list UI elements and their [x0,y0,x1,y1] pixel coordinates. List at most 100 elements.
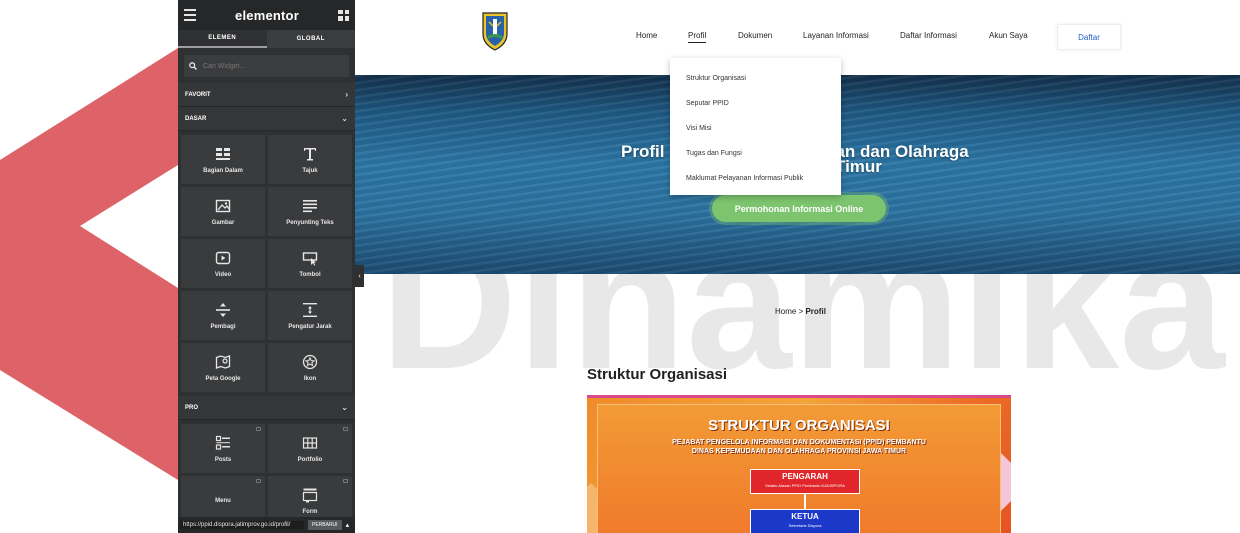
google-map-icon [215,354,231,369]
video-icon [215,251,231,264]
widget-label: Menu [215,497,231,504]
org-chart-frame: STRUKTUR ORGANISASI PEJABAT PENGELOLA IN… [597,404,1001,533]
widget-search-input[interactable] [203,62,333,70]
online-request-button[interactable]: Permohonan Informasi Online [712,195,886,222]
panel-footer: https://ppid.dispora.jatimprov.go.id/pro… [178,517,355,533]
nav-dokumen[interactable]: Dokumen [738,31,772,40]
chevron-left-icon: ‹ [358,272,361,280]
breadcrumb-home[interactable]: Home [775,307,796,316]
dropdown-item-maklumat[interactable]: Maklumat Pelayanan Informasi Publik [670,166,841,191]
widget-heading[interactable]: Tajuk [268,135,352,184]
search-icon [189,62,197,70]
panel-header: elementor [178,0,355,30]
section-favorites[interactable]: FAVORIT › [178,83,355,107]
nav-akun-saya[interactable]: Akun Saya [989,31,1028,40]
org-box-title: PENGARAH [782,472,828,481]
pro-badge-icon [343,479,348,483]
chevron-down-icon: ⌄ [341,403,348,412]
section-pro-label: PRO [185,404,199,411]
org-chart-subtitle-1: PEJABAT PENGELOLA INFORMASI DAN DOKUMENT… [672,439,926,446]
portfolio-icon [302,436,318,449]
nav-home[interactable]: Home [636,31,657,40]
dropdown-item-visi-misi[interactable]: Visi Misi [670,116,841,141]
chevron-right-icon: › [345,90,348,99]
pro-badge-icon [256,479,261,483]
dropdown-item-struktur-organisasi[interactable]: Struktur Organisasi [670,66,841,91]
widget-spacer[interactable]: Pengatur Jarak [268,291,352,340]
widget-image[interactable]: Gambar [181,187,265,236]
org-structure-image: STRUKTUR ORGANISASI PEJABAT PENGELOLA IN… [587,395,1011,533]
elementor-panel: elementor ELEMEN GLOBAL FAVORIT › DASAR … [178,0,355,533]
widget-icon[interactable]: Ikon [268,343,352,392]
widget-label: Peta Google [205,375,241,382]
watermark-emblem-icon [0,48,178,480]
chevron-up-icon[interactable]: ▴ [346,521,350,529]
section-basic-label: DASAR [185,115,207,122]
hamburger-menu-icon[interactable] [184,9,196,21]
hero-title-line2: Timur [835,157,882,176]
panel-tabs: ELEMEN GLOBAL [178,30,355,48]
form-icon [302,488,318,502]
widget-label: Form [302,508,318,515]
widget-label: Portfolio [297,456,323,463]
widget-google-map[interactable]: Peta Google [181,343,265,392]
register-button[interactable]: Daftar [1057,24,1121,50]
divider-icon [216,302,230,317]
update-button[interactable]: PERBARUI [308,520,342,530]
tab-global[interactable]: GLOBAL [266,30,355,48]
jatim-crest-logo[interactable] [479,10,511,52]
nav-daftar-informasi[interactable]: Daftar Informasi [900,31,957,40]
widget-label: Tombol [299,271,321,278]
org-chart-subtitle-2: DINAS KEPEMUDAAN DAN OLAHRAGA PROVINSI J… [691,448,907,455]
widget-label: Video [214,271,232,278]
widget-label: Pembagi [210,323,236,330]
widget-posts[interactable]: Posts [181,424,265,473]
panel-collapse-button[interactable]: ‹ [355,265,364,287]
dropdown-item-tugas-dan-fungsi[interactable]: Tugas dan Fungsi [670,141,841,166]
elementor-logo: elementor [235,7,299,23]
widget-label: Tajuk [302,167,318,174]
page-title: Struktur Organisasi [587,366,728,383]
hero-title-left: Profil [621,142,665,161]
widget-label: Ikon [303,375,317,382]
pro-widget-grid: Posts Portfolio Menu Form [178,420,355,529]
chevron-down-icon: ⌄ [341,114,348,123]
widget-label: Pengatur Jarak [288,323,332,330]
widget-label: Bagian Dalam [203,167,243,174]
widget-search [184,55,349,77]
star-icon [302,354,318,369]
widget-label: Posts [214,456,232,463]
spacer-icon [303,302,317,317]
org-chart-title: STRUKTUR ORGANISASI [708,417,890,434]
org-box-ketua: KETUA Sekretaris Dispora [750,509,860,533]
nav-layanan-informasi[interactable]: Layanan Informasi [803,31,869,40]
profil-dropdown-menu: Struktur Organisasi Seputar PPID Visi Mi… [670,58,841,195]
widget-divider[interactable]: Pembagi [181,291,265,340]
section-basic[interactable]: DASAR ⌄ [178,107,355,131]
tab-elements[interactable]: ELEMEN [178,30,267,48]
section-pro[interactable]: PRO ⌄ [178,396,355,420]
widget-text-editor[interactable]: Penyunting Teks [268,187,352,236]
org-connector [804,494,806,509]
image-icon [215,199,231,212]
section-favorites-label: FAVORIT [185,91,211,98]
breadcrumb: Home > Profil [775,307,826,316]
breadcrumb-current: Profil [805,307,826,316]
widget-video[interactable]: Video [181,239,265,288]
org-box-subtitle: Selaku Atasan PPID Pembantu KADISPORA [765,483,845,488]
basic-widget-grid: Bagian Dalam Tajuk Gambar Penyunting Tek… [178,131,355,396]
widgets-grid-icon[interactable] [338,9,349,21]
heading-icon [304,147,316,160]
org-box-pengarah: PENGARAH Selaku Atasan PPID Pembantu KAD… [750,469,860,494]
widget-label: Gambar [211,219,235,226]
widget-label: Penyunting Teks [286,219,334,226]
posts-icon [215,435,230,450]
dropdown-item-seputar-ppid[interactable]: Seputar PPID [670,91,841,116]
widget-portfolio[interactable]: Portfolio [268,424,352,473]
pro-badge-icon [256,427,261,431]
status-url: https://ppid.dispora.jatimprov.go.id/pro… [180,521,304,529]
button-icon [302,251,318,266]
widget-button[interactable]: Tombol [268,239,352,288]
nav-profil[interactable]: Profil [688,31,707,43]
widget-inner-section[interactable]: Bagian Dalam [181,135,265,184]
